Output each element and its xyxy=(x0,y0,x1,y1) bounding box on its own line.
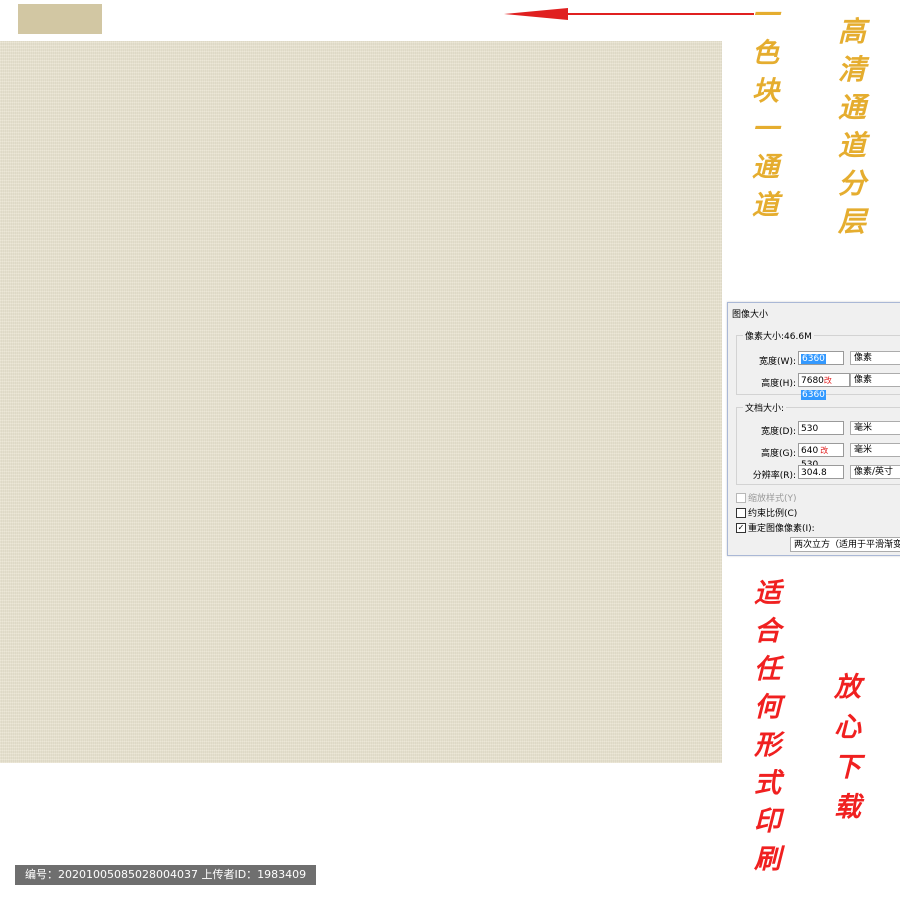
annotation-one-swatch-one-channel: 一 色 块 一 通 道 xyxy=(752,2,779,219)
pixel-height-unit-value: 像素 xyxy=(854,375,873,385)
resample-method-value: 两次立方（适用于平滑渐变） xyxy=(794,540,900,550)
annotation-char: 合 xyxy=(754,616,781,647)
annotation-char: 刷 xyxy=(754,844,781,875)
annotation-char: 心 xyxy=(834,712,861,743)
doc-height-input[interactable]: 640改530 xyxy=(798,443,844,470)
annotation-char: 任 xyxy=(754,654,781,685)
doc-width-row: 宽度(D): 530 毫米 xyxy=(737,421,900,437)
annotation-char: 清 xyxy=(838,53,867,86)
resolution-unit-select[interactable]: 像素/英寸 xyxy=(850,465,900,479)
annotation-char: 一 xyxy=(752,0,779,31)
resolution-value: 304.8 xyxy=(801,468,827,478)
dialog-title: 图像大小 xyxy=(732,310,769,320)
annotation-char: 道 xyxy=(838,129,867,162)
pixel-height-old-value: 7680 xyxy=(801,376,824,386)
pixel-group-title: 像素大小:46.6M xyxy=(743,329,814,342)
resolution-input[interactable]: 304.8 xyxy=(798,465,844,479)
pixel-width-row: 宽度(W): 6360 像素⌄ xyxy=(737,351,900,367)
pixel-width-value: 6360 xyxy=(801,354,826,364)
pixel-height-input[interactable]: 7680改 6360 xyxy=(798,373,850,400)
annotation-char: 通 xyxy=(838,91,867,124)
scale-styles-label: 缩放样式(Y) xyxy=(748,494,797,504)
pixel-width-unit-value: 像素 xyxy=(854,353,873,363)
doc-height-row: 高度(G): 640改530 毫米 xyxy=(737,443,900,470)
checkmark-icon: ✓ xyxy=(736,522,746,533)
annotation-char: 形 xyxy=(754,730,781,761)
resample-method-select[interactable]: 两次立方（适用于平滑渐变） xyxy=(790,537,900,552)
annotation-download-with-confidence: 放 心 下 载 xyxy=(834,674,861,821)
annotation-char: 放 xyxy=(834,672,861,703)
annotation-char: 层 xyxy=(838,205,867,238)
doc-height-old-value: 640 xyxy=(801,446,819,456)
change-mark: 改 xyxy=(820,446,829,455)
resolution-unit-value: 像素/英寸 xyxy=(854,467,894,477)
arrow-icon xyxy=(504,8,754,20)
pixel-height-row: 高度(H): 7680改 6360 像素⌄ xyxy=(737,373,900,400)
doc-height-unit-select[interactable]: 毫米 xyxy=(850,443,900,457)
pixel-height-unit-select[interactable]: 像素⌄ xyxy=(850,373,900,387)
annotation-char: 下 xyxy=(834,752,861,783)
annotation-char: 色 xyxy=(752,38,779,69)
resample-checkbox[interactable]: ✓ 重定图像像素(I): xyxy=(736,521,815,534)
doc-height-unit-value: 毫米 xyxy=(854,445,873,455)
color-swatch xyxy=(18,4,102,34)
image-size-dialog: 图像大小 像素大小:46.6M 宽度(W): 6360 像素⌄ 高度(H): 7… xyxy=(727,302,900,556)
pixel-width-label: 宽度(W): xyxy=(759,357,796,367)
annotation-char: 通 xyxy=(752,152,779,183)
doc-width-unit-select[interactable]: 毫米 xyxy=(850,421,900,435)
doc-width-unit-value: 毫米 xyxy=(854,423,873,433)
pixel-width-unit-select[interactable]: 像素⌄ xyxy=(850,351,900,365)
annotation-char: 式 xyxy=(754,768,781,799)
constrain-proportions-checkbox[interactable]: 约束比例(C) xyxy=(736,506,797,519)
pixel-dimensions-group: 像素大小:46.6M 宽度(W): 6360 像素⌄ 高度(H): 7680改 6… xyxy=(736,329,900,400)
resolution-row: 分辨率(R): 304.8 像素/英寸 xyxy=(737,465,900,481)
annotation-char: 何 xyxy=(754,692,781,723)
pixel-width-input[interactable]: 6360 xyxy=(798,351,844,365)
annotation-char: 高 xyxy=(838,15,867,48)
document-size-group: 文档大小: 宽度(D): 530 毫米 高度(G): 640改530 毫米 分辨… xyxy=(736,401,900,485)
annotation-hd-channel-layers: 高 清 通 道 分 层 xyxy=(838,18,866,236)
constrain-label: 约束比例(C) xyxy=(748,509,798,519)
scale-styles-checkbox[interactable]: 缩放样式(Y) xyxy=(736,491,797,504)
doc-width-input[interactable]: 530 xyxy=(798,421,844,435)
texture-preview xyxy=(0,41,722,763)
annotation-char: 印 xyxy=(754,806,781,837)
pixel-height-new-value: 6360 xyxy=(801,390,826,400)
pixel-height-label: 高度(H): xyxy=(761,379,796,389)
resample-label: 重定图像像素(I): xyxy=(748,524,815,534)
annotation-char: 块 xyxy=(752,76,779,107)
checkbox-icon xyxy=(736,492,746,503)
annotation-char: 一 xyxy=(752,114,779,145)
doc-group-title: 文档大小: xyxy=(743,401,787,414)
doc-width-label: 宽度(D): xyxy=(761,427,796,437)
annotation-char: 载 xyxy=(834,792,861,823)
annotation-char: 适 xyxy=(754,578,781,609)
checkbox-icon xyxy=(736,507,746,518)
annotation-char: 道 xyxy=(752,190,779,221)
annotation-suitable-any-printing: 适 合 任 何 形 式 印 刷 xyxy=(754,580,781,873)
doc-width-value: 530 xyxy=(801,424,819,434)
resolution-label: 分辨率(R): xyxy=(752,471,796,481)
annotation-char: 分 xyxy=(838,167,867,200)
change-mark: 改 xyxy=(823,376,832,385)
doc-height-label: 高度(G): xyxy=(760,449,796,459)
image-id-footer: 编号：20201005085028004037 上传者ID：1983409 xyxy=(15,865,317,885)
